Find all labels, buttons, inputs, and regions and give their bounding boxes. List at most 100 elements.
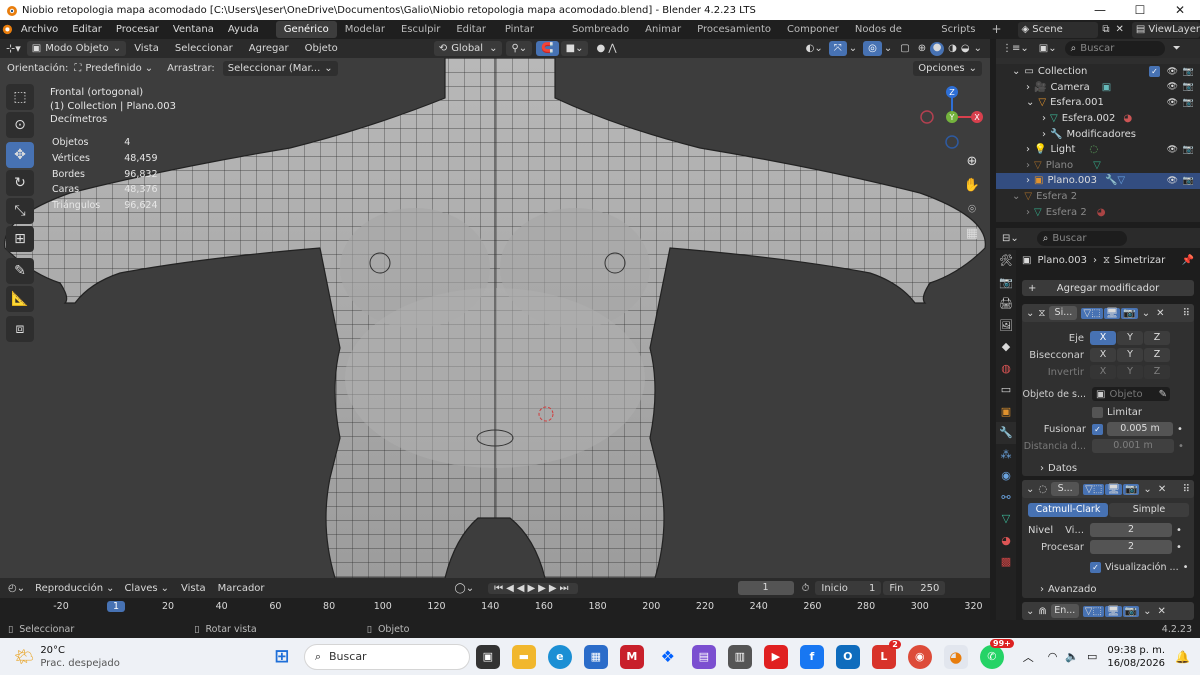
mode-selector[interactable]: ▣ Modo Objeto ⌄ bbox=[26, 41, 127, 56]
third-name-field[interactable]: En... bbox=[1050, 604, 1079, 618]
output-tab-icon[interactable]: 🖨 bbox=[996, 293, 1016, 315]
current-frame-field[interactable]: 1 bbox=[737, 581, 794, 595]
gizmo-dropdown-icon[interactable]: ⌄ bbox=[849, 43, 857, 54]
mirror-object-field[interactable]: ▣ Objeto ✎ bbox=[1092, 387, 1170, 401]
outliner-row-camera[interactable]: › 🎥 Camera ▣ 👁 📷 bbox=[996, 80, 1200, 96]
render-display-icon[interactable]: 📷 bbox=[1122, 605, 1140, 617]
keyframe-dot-icon[interactable]: • bbox=[1176, 542, 1182, 553]
outliner-row-plano[interactable]: › ▽ Plano ▽ bbox=[996, 158, 1200, 174]
display-mode-icon[interactable]: ▣⌄ bbox=[1039, 43, 1057, 54]
texture-tab-icon[interactable]: ▩ bbox=[996, 551, 1016, 573]
pivot-selector[interactable]: ⚲⌄ bbox=[506, 41, 533, 56]
scene-selector[interactable]: ◈ Scene bbox=[1017, 21, 1099, 38]
new-scene-icon[interactable]: ⧉ bbox=[1102, 24, 1109, 35]
constraints-tab-icon[interactable]: ⚯ bbox=[996, 487, 1016, 509]
clip-checkbox[interactable] bbox=[1092, 406, 1103, 418]
whatsapp-icon[interactable]: ✆ 99+ bbox=[979, 638, 1014, 669]
render-display-icon[interactable]: 📷 bbox=[1121, 307, 1138, 319]
outliner-row-esfera2-collection[interactable]: ⌄ ▽ Esfera 2 bbox=[996, 189, 1200, 205]
visibility-icon[interactable]: ◐⌄ bbox=[806, 43, 823, 54]
3d-viewport[interactable]: Frontal (ortogonal) (1) Collection | Pla… bbox=[0, 58, 990, 578]
tab-editar-uv[interactable]: Editar UV bbox=[448, 21, 497, 52]
edit-mode-icon[interactable]: ▽⬚ bbox=[1081, 307, 1103, 319]
remove-modifier-icon[interactable]: ✕ bbox=[1157, 606, 1165, 617]
taskbar-search[interactable]: ⌕ Buscar bbox=[303, 643, 470, 670]
merge-distance-field[interactable]: 0.005 m bbox=[1107, 422, 1173, 436]
proportional-edit-icon[interactable]: ● ⋀ bbox=[596, 43, 616, 54]
tab-animar[interactable]: Animar bbox=[637, 21, 689, 38]
view-layer-tab-icon[interactable]: 🖼 bbox=[996, 315, 1016, 337]
youtube-icon[interactable]: ▶ bbox=[763, 644, 788, 669]
annotate-tool-icon[interactable]: ✎ bbox=[6, 258, 34, 284]
axis-y-toggle[interactable]: Y bbox=[1117, 331, 1143, 345]
modifier-menu-icon[interactable]: ⌄ bbox=[1143, 484, 1151, 495]
camera-view-icon[interactable]: ⌾ bbox=[961, 198, 983, 220]
menu-procesar[interactable]: Procesar bbox=[109, 24, 166, 35]
bisect-x-toggle[interactable]: X bbox=[1090, 348, 1116, 362]
shading-dropdown-icon[interactable]: ⌄ bbox=[974, 43, 982, 54]
properties-search[interactable]: ⌕ Buscar bbox=[1036, 230, 1127, 246]
drag-selector[interactable]: Seleccionar (Mar... ⌄ bbox=[222, 60, 338, 76]
mirror-modifier-header[interactable]: ⌄ ⧖ Si... ▽⬚ 🖥 📷 ⌄ ✕ ⠿ bbox=[1022, 304, 1194, 322]
menu-reproduccion[interactable]: Reproducción bbox=[35, 583, 103, 594]
tab-pintar-texturas[interactable]: Pintar texturas bbox=[497, 21, 564, 52]
menu-ayuda[interactable]: Ayuda bbox=[221, 24, 266, 35]
scale-tool-icon[interactable]: ⤡ bbox=[6, 198, 34, 224]
store-icon[interactable]: ▦ bbox=[583, 644, 608, 669]
object-tab-icon[interactable]: ▣ bbox=[996, 401, 1016, 423]
outliner-row-esfera002[interactable]: › ▽ Esfera.002 ◕ bbox=[996, 111, 1200, 127]
mcafee-icon[interactable]: M bbox=[619, 644, 644, 669]
tray-chevron-icon[interactable]: ︿ bbox=[1023, 649, 1034, 665]
advanced-subpanel[interactable]: › Avanzado bbox=[1022, 581, 1194, 597]
edge-icon[interactable]: e bbox=[547, 644, 572, 669]
minimize-icon[interactable]: — bbox=[1080, 3, 1120, 17]
clock[interactable]: 09:38 p. m. 16/08/2026 bbox=[1107, 644, 1165, 670]
pan-hand-icon[interactable]: ✋ bbox=[961, 174, 983, 196]
rotate-tool-icon[interactable]: ↻ bbox=[6, 170, 34, 196]
menu-marcador[interactable]: Marcador bbox=[218, 583, 265, 594]
viewport-display-icon[interactable]: 🖥 bbox=[1103, 307, 1121, 319]
tab-generico[interactable]: Genérico bbox=[275, 21, 337, 38]
orientation-selector[interactable]: ⛶ Predefinido ⌄ bbox=[74, 63, 153, 74]
outliner-row-light[interactable]: › 💡 Light ◌ 👁 📷 bbox=[996, 142, 1200, 158]
viewport-level-field[interactable]: 2 bbox=[1090, 523, 1172, 537]
menu-agregar[interactable]: Agregar bbox=[241, 43, 297, 54]
end-frame-field[interactable]: Fin 250 bbox=[883, 581, 946, 595]
viewport-display-icon[interactable]: 🖥 bbox=[1105, 483, 1122, 495]
volume-icon[interactable]: 🔈 bbox=[1065, 650, 1079, 663]
editor-type-icon[interactable]: ⊹▾ bbox=[6, 42, 21, 55]
invert-y-toggle[interactable]: Y bbox=[1117, 365, 1143, 379]
bisect-z-toggle[interactable]: Z bbox=[1144, 348, 1170, 362]
transform-orientation[interactable]: ⟲ Global ⌄ bbox=[433, 41, 503, 56]
close-icon[interactable]: ✕ bbox=[1160, 3, 1200, 17]
xray-icon[interactable]: ▢ bbox=[900, 43, 909, 54]
weather-icon[interactable]: 🌤 bbox=[14, 647, 34, 666]
particles-tab-icon[interactable]: ⁂ bbox=[996, 444, 1016, 466]
render-tab-icon[interactable]: 📷 bbox=[996, 272, 1016, 294]
simple-toggle[interactable]: Simple bbox=[1109, 503, 1189, 517]
collection-tab-icon[interactable]: ▭ bbox=[996, 379, 1016, 401]
invert-x-toggle[interactable]: X bbox=[1090, 365, 1116, 379]
eye-icon[interactable]: 👁 bbox=[1167, 67, 1178, 77]
tab-scripts[interactable]: Scripts bbox=[933, 21, 983, 38]
axis-z-toggle[interactable]: Z bbox=[1144, 331, 1170, 345]
orientation-gizmo[interactable]: Z X Y bbox=[915, 82, 985, 152]
maximize-icon[interactable]: ☐ bbox=[1120, 3, 1160, 17]
mirror-name-field[interactable]: Si... bbox=[1049, 306, 1078, 320]
add-workspace-button[interactable]: + bbox=[983, 21, 1009, 38]
menu-archivo[interactable]: Archivo bbox=[14, 24, 65, 35]
data-tab-icon[interactable]: ▽ bbox=[996, 508, 1016, 530]
drag-handle-icon[interactable]: ⠿ bbox=[1183, 484, 1190, 495]
keyframe-dot-icon[interactable]: • bbox=[1178, 441, 1184, 452]
remove-scene-icon[interactable]: ✕ bbox=[1116, 24, 1124, 35]
outliner-row-collection[interactable]: ⌄ ▭ Collection ✓ 👁 📷 bbox=[996, 64, 1200, 80]
task-view-icon[interactable]: ▣ bbox=[475, 644, 500, 669]
tab-esculpir[interactable]: Esculpir bbox=[393, 21, 448, 38]
axis-x-toggle[interactable]: X bbox=[1090, 331, 1116, 345]
transform-tool-icon[interactable]: ⊞ bbox=[6, 226, 34, 252]
menu-vista[interactable]: Vista bbox=[126, 43, 167, 54]
menu-editar[interactable]: Editar bbox=[65, 24, 109, 35]
third-modifier-header[interactable]: ⌄ ⋒ En... ▽⬚ 🖥 📷 ⌄ ✕ bbox=[1022, 602, 1194, 620]
outliner-row-esfera001[interactable]: ⌄ ▽ Esfera.001 👁 📷 bbox=[996, 95, 1200, 111]
cursor-tool-icon[interactable]: ⊙ bbox=[6, 112, 34, 138]
